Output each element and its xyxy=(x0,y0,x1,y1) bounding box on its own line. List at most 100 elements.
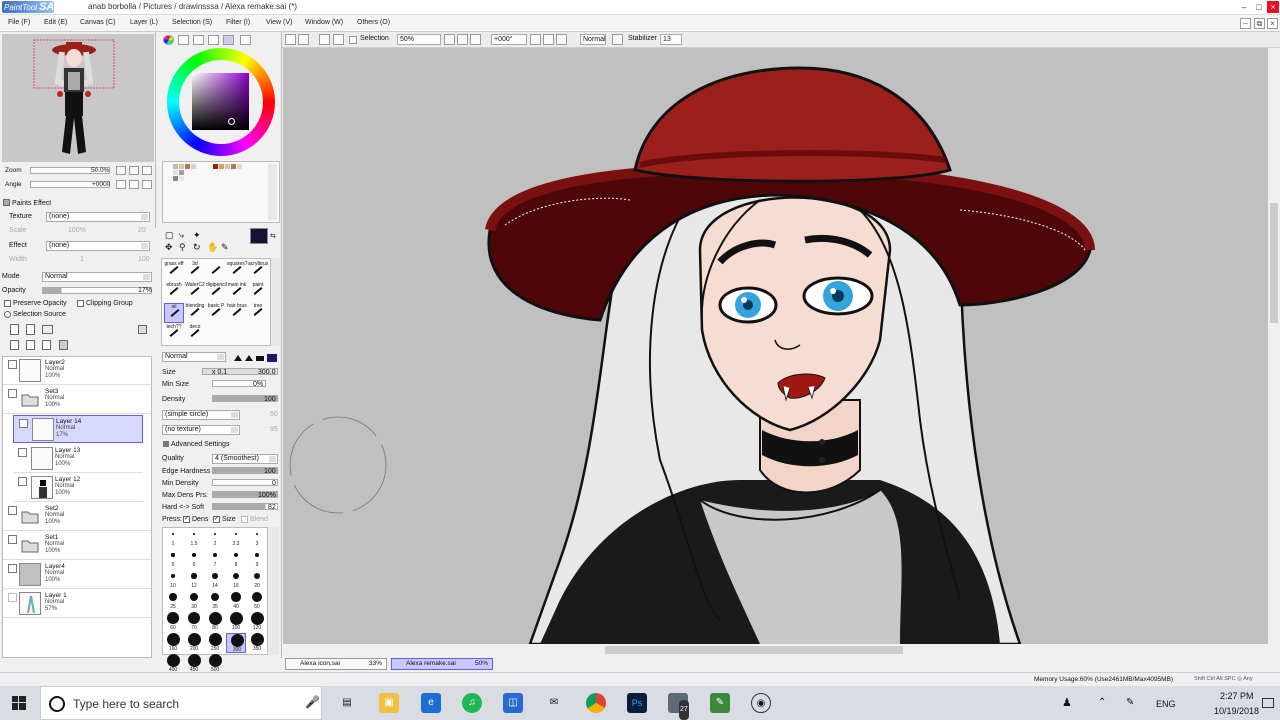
brush-size-item[interactable]: 80 xyxy=(205,611,225,632)
eyedropper-icon[interactable]: ✎ xyxy=(221,242,229,253)
hsv-slider-tab-icon[interactable] xyxy=(193,35,204,45)
brush-shape-select[interactable]: (simple circle) xyxy=(162,410,240,420)
brush-preset-item[interactable]: WaterC2 xyxy=(185,282,205,302)
swap-colors-icon[interactable]: ⇆ xyxy=(270,232,278,240)
brush-preset-item[interactable]: 3d xyxy=(185,261,205,281)
eye-icon[interactable] xyxy=(18,477,27,486)
press-size-checkbox[interactable]: ✓ xyxy=(213,516,220,523)
texture-select[interactable]: (none) xyxy=(46,212,150,222)
scratchpad-tab-icon[interactable] xyxy=(240,35,251,45)
layer-item-layer13[interactable]: Layer 13 Normal 100% xyxy=(13,445,143,473)
brush-preset-item[interactable]: hair brus xyxy=(227,303,247,323)
pen-ink-icon[interactable]: ✎ xyxy=(1126,697,1134,708)
deselect-button[interactable] xyxy=(319,34,330,45)
menu-file[interactable]: File (F) xyxy=(8,19,30,26)
brush-size-item[interactable]: 30 xyxy=(184,591,204,611)
mail-icon[interactable]: ✉ xyxy=(544,693,564,713)
doc-close-button[interactable]: × xyxy=(1267,18,1278,29)
brush-size-item[interactable]: 50 xyxy=(247,591,267,611)
menu-canvas[interactable]: Canvas (C) xyxy=(80,19,115,26)
layer-item-set1[interactable]: Set1 Normal 100% xyxy=(3,532,151,560)
people-icon[interactable]: ♟ xyxy=(1062,696,1072,709)
brush-size-item[interactable]: 1.5 xyxy=(184,528,204,548)
layer-item-layer14[interactable]: Layer 14 Normal 17% xyxy=(13,415,143,443)
color-mixer-tab-icon[interactable] xyxy=(208,35,219,45)
new-linework-icon[interactable] xyxy=(26,324,35,335)
zoom-select[interactable]: 50% xyxy=(397,34,441,45)
new-layer-icon[interactable] xyxy=(10,324,19,335)
show-hidden-icons[interactable]: ⌃ xyxy=(1098,697,1106,708)
close-button[interactable]: × xyxy=(1267,1,1279,13)
eye-icon[interactable] xyxy=(8,593,17,602)
layer-panel-menu-icon[interactable] xyxy=(138,325,147,334)
brush-preset-item[interactable]: tree xyxy=(248,303,268,323)
color-picker-square[interactable] xyxy=(192,73,249,130)
selection-source-checkbox[interactable] xyxy=(4,311,11,318)
press-dens-checkbox[interactable]: ✓ xyxy=(183,516,190,523)
magic-wand-icon[interactable]: ✦ xyxy=(193,230,201,241)
nav-zoom-reset-button[interactable] xyxy=(142,166,152,175)
rgb-slider-tab-icon[interactable] xyxy=(178,35,189,45)
vertical-scrollbar[interactable] xyxy=(1268,48,1280,644)
swatches-tab-icon[interactable] xyxy=(223,35,234,45)
clock-time[interactable]: 2:27 PM xyxy=(1220,691,1254,701)
view-blend-select[interactable]: Normal xyxy=(580,34,606,45)
eye-icon[interactable] xyxy=(18,448,27,457)
painttool-sai-icon[interactable]: ✎ xyxy=(710,693,730,713)
notification-center-icon[interactable] xyxy=(1262,698,1274,708)
zoom-tool-icon[interactable]: ⚲ xyxy=(179,242,186,253)
brush-preset-item[interactable]: deco xyxy=(185,324,205,344)
color-wheel-tab-icon[interactable] xyxy=(163,35,174,45)
brush-size-item[interactable]: 500 xyxy=(205,653,225,674)
menu-filter[interactable]: Filter (I) xyxy=(226,19,250,26)
brush-preset-item[interactable]: acrylbrus xyxy=(248,261,268,281)
selection-checkbox[interactable] xyxy=(349,36,357,44)
chrome-icon[interactable] xyxy=(586,693,606,713)
nav-rotate-right-button[interactable] xyxy=(129,180,139,189)
eye-icon[interactable] xyxy=(8,535,17,544)
clear-layer-icon[interactable] xyxy=(42,340,51,350)
layer-item-layer4[interactable]: Layer4 Normal 100% xyxy=(3,561,151,589)
navigator-preview[interactable] xyxy=(2,34,154,162)
new-folder-icon[interactable] xyxy=(42,325,53,334)
minimize-button[interactable]: – xyxy=(1238,1,1250,13)
menu-layer[interactable]: Layer (L) xyxy=(130,19,158,26)
brush-size-item[interactable]: 400 xyxy=(163,653,183,674)
layer-opacity-slider[interactable] xyxy=(42,287,152,294)
stabilizer-select[interactable]: 13 xyxy=(660,34,682,45)
brush-size-item[interactable]: 100 xyxy=(226,611,246,632)
brush-size-item[interactable]: 350 xyxy=(247,632,267,653)
menu-window[interactable]: Window (W) xyxy=(305,19,343,26)
brush-mode-select[interactable]: Normal xyxy=(162,352,226,362)
brush-size-item[interactable]: 250 xyxy=(205,632,225,653)
merge-down-icon[interactable] xyxy=(26,340,35,350)
brush-preset-item[interactable]: grass eff xyxy=(164,261,184,281)
brush-preset-item[interactable]: paint xyxy=(248,282,268,302)
brush-size-item[interactable]: 300 xyxy=(226,633,246,653)
brush-size-item[interactable]: 20 xyxy=(247,570,267,590)
rect-select-icon[interactable]: ▢ xyxy=(165,230,174,241)
eye-icon[interactable] xyxy=(8,360,17,369)
brush-preset-item[interactable]: tech?? xyxy=(164,324,184,344)
photoshop-icon[interactable]: Ps xyxy=(627,693,647,713)
zoom-reset-button[interactable] xyxy=(470,34,481,45)
taskbar-search-box[interactable]: Type here to search 🎤 xyxy=(40,686,322,720)
maximize-button[interactable]: □ xyxy=(1253,1,1265,13)
brush-size-item[interactable]: 2.3 xyxy=(226,528,246,548)
eye-icon[interactable] xyxy=(19,419,28,428)
canvas[interactable] xyxy=(283,48,1268,644)
undo-button[interactable] xyxy=(285,34,296,45)
brush-size-item[interactable]: 14 xyxy=(205,570,225,590)
layer-item-set2[interactable]: Set2 Normal 100% xyxy=(3,503,151,531)
zoom-in-button[interactable] xyxy=(444,34,455,45)
brush-size-item[interactable]: 10 xyxy=(163,570,183,590)
brush-preset-item[interactable]: squares? xyxy=(227,261,248,281)
rotation-select[interactable]: +000° xyxy=(491,34,527,45)
horizontal-scrollbar[interactable] xyxy=(283,644,1268,656)
layer-item-set3[interactable]: Set3 Normal 100% xyxy=(3,386,151,414)
nav-rotate-left-button[interactable] xyxy=(116,180,126,189)
brush-size-item[interactable]: 7 xyxy=(205,549,225,569)
brush-texture-select[interactable]: (no texture) xyxy=(162,425,240,435)
brush-size-item[interactable]: 60 xyxy=(163,612,183,632)
file-explorer-icon[interactable]: ▣ xyxy=(379,693,399,713)
